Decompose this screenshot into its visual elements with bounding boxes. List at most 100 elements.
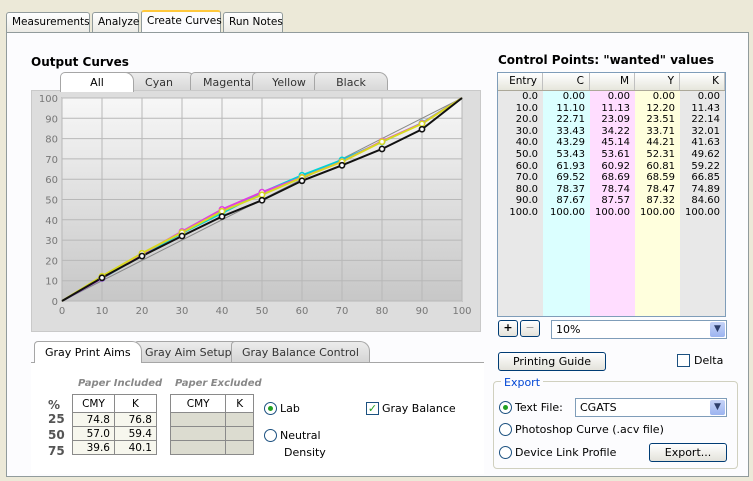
- x-tick-label: 0: [59, 306, 65, 317]
- table-row[interactable]: 50.0 53.43 53.61 52.31 49.62: [498, 148, 725, 161]
- column-header-c: C: [543, 73, 590, 90]
- tab-measurements[interactable]: Measurements: [6, 12, 90, 32]
- y-tick-label: 40: [45, 216, 58, 227]
- curve-point[interactable]: [98, 274, 106, 282]
- table-cell[interactable]: [169, 440, 227, 455]
- neutral-density-radio[interactable]: [264, 429, 277, 442]
- curve-point[interactable]: [258, 191, 266, 199]
- curves-chart[interactable]: 0 10 20 30 40 50 60 70 80 90 100 0 10 20 30 40 50 60 70 80 9…: [32, 91, 482, 333]
- export-button[interactable]: Export...: [649, 443, 727, 462]
- table-row[interactable]: 70.0 69.52 68.69 68.59 66.85: [498, 172, 725, 184]
- remove-point-button[interactable]: −: [520, 320, 540, 337]
- control-points-table[interactable]: Entry C M Y K 0.0 0.00 0.00 0.00 0.00 10.0 11.…: [497, 72, 726, 317]
- text-format-value: CGATS: [580, 401, 617, 414]
- table-cell: 33.43: [543, 125, 590, 138]
- tab-gray-balance-control[interactable]: Gray Balance Control: [231, 341, 370, 363]
- table-cell[interactable]: 74.8: [72, 412, 115, 427]
- add-point-button[interactable]: +: [498, 320, 518, 337]
- y-tick-label: 70: [45, 155, 58, 166]
- table-cell[interactable]: 59.4: [114, 426, 157, 441]
- photoshop-curve-label: Photoshop Curve (.acv file): [515, 423, 664, 436]
- paper-included-title: Paper Included: [78, 378, 163, 389]
- table-cell: 30.0: [498, 125, 543, 138]
- table-row[interactable]: 10.0 11.10 11.13 12.20 11.43: [498, 102, 725, 115]
- column-header-k: K: [680, 73, 725, 90]
- x-tick-label: 60: [296, 306, 309, 317]
- table-cell: 41.63: [680, 137, 725, 149]
- x-tick-label: 80: [376, 306, 389, 317]
- x-tick-label: 10: [96, 306, 109, 317]
- curve-point[interactable]: [418, 125, 426, 133]
- delta-checkbox[interactable]: [677, 354, 690, 367]
- tab-run-notes[interactable]: Run Notes: [223, 12, 283, 32]
- lab-radio[interactable]: [264, 402, 277, 415]
- y-tick-label: 30: [45, 236, 58, 247]
- table-cell: 52.31: [635, 148, 680, 161]
- table-row[interactable]: 30.0 33.43 34.22 33.71 32.01: [498, 125, 725, 138]
- device-link-radio[interactable]: [499, 446, 512, 459]
- curve-point[interactable]: [138, 252, 146, 260]
- gray-balance-checkbox[interactable]: ✓: [366, 402, 379, 415]
- table-cell: 32.01: [680, 125, 725, 138]
- table-row[interactable]: 0.0 0.00 0.00 0.00 0.00: [498, 91, 725, 103]
- table-cell: 80.0: [498, 183, 543, 196]
- table-row[interactable]: 100.0 100.00 100.00 100.00 100.00: [498, 206, 725, 219]
- table-cell[interactable]: [225, 440, 254, 455]
- curve-point[interactable]: [338, 161, 346, 169]
- table-cell[interactable]: 57.0: [72, 426, 115, 441]
- step-select[interactable]: 10% ▼: [551, 320, 727, 339]
- tab-analyze[interactable]: Analyze: [92, 12, 139, 32]
- table-cell[interactable]: [169, 426, 227, 441]
- table-cell[interactable]: 40.1: [114, 440, 157, 455]
- table-row[interactable]: 90.0 87.67 87.57 87.32 84.60: [498, 195, 725, 207]
- table-cell[interactable]: [225, 412, 254, 427]
- y-tick-label: 0: [52, 297, 58, 308]
- curve-point[interactable]: [378, 145, 386, 153]
- table-cell: 87.32: [635, 195, 680, 207]
- table-row[interactable]: 80.0 78.37 78.74 78.47 74.89: [498, 183, 725, 196]
- table-cell: 50.0: [498, 148, 543, 161]
- curve-point[interactable]: [218, 207, 226, 215]
- table-cell[interactable]: [225, 426, 254, 441]
- table-cell: 70.0: [498, 172, 543, 184]
- table-cell[interactable]: 76.8: [114, 412, 157, 427]
- curve-point[interactable]: [298, 177, 306, 185]
- curve-point[interactable]: [418, 120, 426, 128]
- table-row[interactable]: 40.0 43.29 45.14 44.21 41.63: [498, 137, 725, 149]
- text-file-radio[interactable]: [499, 401, 512, 414]
- curve-point[interactable]: [178, 232, 186, 240]
- table-cell: 0.00: [543, 91, 590, 103]
- table-cell: 60.92: [590, 160, 635, 173]
- y-tick-label: 50: [45, 196, 58, 207]
- lab-label: Lab: [280, 402, 300, 415]
- column-header: CMY: [169, 394, 227, 413]
- text-format-select[interactable]: CGATS ▼: [575, 398, 727, 417]
- table-cell[interactable]: [169, 412, 227, 427]
- chevron-down-icon[interactable]: ▼: [710, 400, 725, 415]
- table-cell: 87.57: [590, 195, 635, 207]
- table-row[interactable]: 60.0 61.93 60.92 60.81 59.22: [498, 160, 725, 173]
- tab-all[interactable]: All: [60, 72, 134, 92]
- tab-gray-aim-setup[interactable]: Gray Aim Setup: [134, 341, 243, 363]
- table-cell: 34.22: [590, 125, 635, 138]
- tab-black[interactable]: Black: [314, 72, 388, 92]
- table-cell: 60.0: [498, 160, 543, 173]
- tab-create-curves[interactable]: Create Curves: [141, 10, 222, 32]
- delta-label: Delta: [694, 354, 724, 367]
- chevron-down-icon[interactable]: ▼: [710, 322, 725, 337]
- tab-gray-print-aims[interactable]: Gray Print Aims: [34, 341, 142, 363]
- table-cell[interactable]: 39.6: [72, 440, 115, 455]
- printing-guide-button[interactable]: Printing Guide: [498, 352, 606, 371]
- curve-point[interactable]: [218, 213, 226, 220]
- table-cell: 11.43: [680, 102, 725, 115]
- table-row[interactable]: 20.0 22.71 23.09 23.51 22.14: [498, 114, 725, 126]
- table-cell: 44.21: [635, 137, 680, 149]
- table-cell: 100.00: [635, 206, 680, 219]
- control-points-body: 0.0 0.00 0.00 0.00 0.00 10.0 11.10 11.13 12.20 11…: [498, 91, 725, 316]
- photoshop-curve-radio[interactable]: [499, 423, 512, 436]
- table-cell: 0.00: [635, 91, 680, 103]
- curve-point[interactable]: [258, 196, 266, 204]
- x-tick-label: 30: [176, 306, 189, 317]
- percent-label: %: [48, 398, 61, 412]
- curve-point[interactable]: [378, 138, 386, 146]
